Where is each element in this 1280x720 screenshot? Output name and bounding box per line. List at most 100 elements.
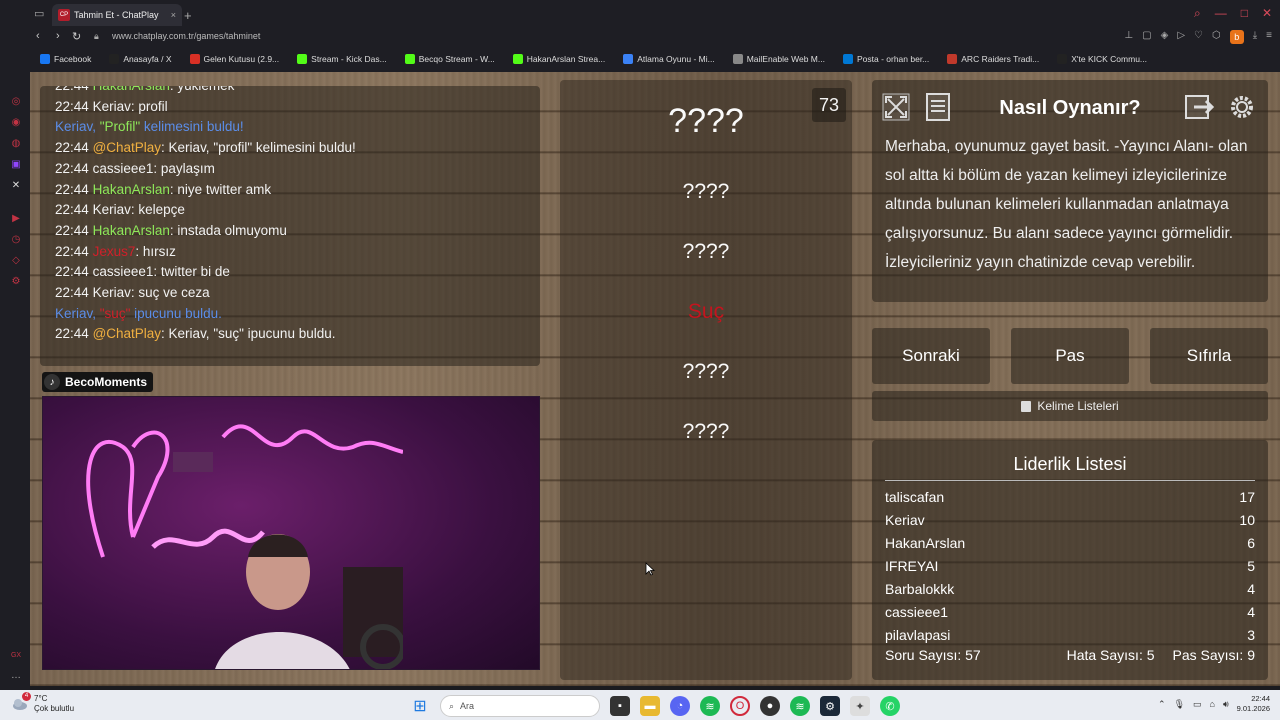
camera-channel-label: ♪ BecoMoments <box>42 372 154 392</box>
player-score: 17 <box>1239 489 1255 505</box>
bookmark-item[interactable]: Posta - orhan ber... <box>842 54 929 64</box>
microphone-icon[interactable]: 🎙︎ <box>1174 699 1185 710</box>
tab-chatplay[interactable]: CP Tahmin Et - ChatPlay × <box>52 4 182 26</box>
clock[interactable]: 22:44 9.01.2026 <box>1237 694 1270 714</box>
tab-menu-icon[interactable]: ▭ <box>34 7 44 20</box>
chat-time: 22:44 <box>55 264 89 280</box>
player-score: 10 <box>1239 512 1255 528</box>
sidebar-settings-icon[interactable]: ⚙ <box>10 276 22 288</box>
opera-gx-icon[interactable]: O <box>730 696 750 716</box>
sidebar-x-icon[interactable]: ✕ <box>10 180 22 192</box>
forward-button[interactable]: › <box>56 30 60 42</box>
heart-icon[interactable]: ♡ <box>1194 30 1203 44</box>
player-name: pilavlapasi <box>885 627 951 643</box>
bookmark-item[interactable]: HakanArslan Strea... <box>512 54 605 64</box>
search-tabs-icon[interactable]: ⌕ <box>1194 6 1201 21</box>
snapshot-icon[interactable]: ▢ <box>1142 30 1151 44</box>
leaderboard-row: Keriav 10 <box>885 512 1255 528</box>
chat-username: cassieee1 <box>92 160 154 176</box>
chat-time: 22:44 <box>55 202 89 218</box>
new-tab-button[interactable]: + <box>184 8 192 23</box>
spotify-icon[interactable]: ≋ <box>700 696 720 716</box>
sidebar-player-icon[interactable]: ▶ <box>10 213 22 225</box>
word-lists-button[interactable]: Kelime Listeleri <box>872 391 1268 421</box>
bookmark-item[interactable]: Becqo Stream - W... <box>404 54 495 64</box>
task-view-icon[interactable]: ▪ <box>610 696 630 716</box>
sidebar-bookmarks-icon[interactable]: ◇ <box>10 255 22 267</box>
taskbar-search[interactable]: ⌕ Ara <box>440 695 600 717</box>
sidebar-gx-icon[interactable]: GX <box>10 650 22 662</box>
menu-icon[interactable]: ≡ <box>1266 30 1272 44</box>
sidebar-aria-icon[interactable]: ◎ <box>10 96 22 108</box>
profile-avatar[interactable]: b <box>1229 30 1244 44</box>
bookmark-item[interactable]: Anasayfa / X <box>109 54 172 64</box>
gear-icon[interactable] <box>1227 92 1257 122</box>
maximize-button[interactable]: □ <box>1241 6 1248 21</box>
whatsapp-icon[interactable]: ✆ <box>880 696 900 716</box>
minimize-button[interactable]: — <box>1215 6 1227 21</box>
document-icon[interactable] <box>923 92 953 122</box>
windows-start-icon[interactable]: ⊞ <box>410 696 430 716</box>
player-score: 3 <box>1247 627 1255 643</box>
search-placeholder: Ara <box>460 701 475 711</box>
bookmark-item[interactable]: Atlama Oyunu - Mi... <box>623 54 715 64</box>
next-button[interactable]: Sonraki <box>872 328 990 384</box>
player-score: 4 <box>1247 604 1255 620</box>
leaderboard-row: cassieee1 4 <box>885 604 1255 620</box>
kick-icon <box>297 54 308 64</box>
bookmark-label: Gelen Kutusu (2.9... <box>203 54 280 64</box>
bookmark-item[interactable]: Gelen Kutusu (2.9... <box>189 54 280 64</box>
pass-count: Pas Sayısı: 9 <box>1172 647 1255 663</box>
app-icon[interactable]: ✦ <box>850 696 870 716</box>
volume-icon[interactable]: 🔊︎ <box>1223 699 1229 710</box>
gmail-icon <box>189 54 200 64</box>
arc-icon <box>947 54 958 64</box>
spotify-2-icon[interactable]: ≋ <box>790 696 810 716</box>
bookmark-label: MailEnable Web M... <box>746 54 825 64</box>
back-button[interactable]: ‹ <box>36 30 40 42</box>
steam-icon[interactable]: ⚙ <box>820 696 840 716</box>
play-icon[interactable]: ▷ <box>1177 30 1185 44</box>
tab-close-icon[interactable]: × <box>171 10 176 20</box>
bookmark-item[interactable]: Stream - Kick Das... <box>297 54 387 64</box>
mouse-cursor-icon <box>645 562 655 576</box>
sidebar-messenger-icon[interactable]: ◉ <box>10 117 22 129</box>
tray-chevron-icon[interactable]: ⌃ <box>1158 699 1166 710</box>
window-controls: ⌕ — □ ✕ <box>1194 6 1272 21</box>
sidebar-whatsapp-icon[interactable]: ◍ <box>10 138 22 150</box>
weather-widget[interactable]: 4 7°C Çok bulutlu <box>12 692 75 714</box>
file-explorer-icon[interactable]: ▬ <box>640 696 660 716</box>
bookmark-item[interactable]: X'te KICK Commu... <box>1057 54 1147 64</box>
extensions-icon[interactable]: ⬡ <box>1212 30 1221 44</box>
chat-found-word: "suç" <box>99 305 131 321</box>
display-icon[interactable]: ▭ <box>1193 699 1202 710</box>
player-name: taliscafan <box>885 489 945 505</box>
close-window-button[interactable]: ✕ <box>1262 6 1272 21</box>
bookmark-item[interactable]: MailEnable Web M... <box>732 54 825 64</box>
chat-message: 22:44 @ChatPlay: Keriav, "suç" ipucunu b… <box>55 326 335 341</box>
leaderboard-panel: Liderlik Listesi taliscafan 17 Keriav 10 Hak… <box>872 440 1268 680</box>
reset-button[interactable]: Sıfırla <box>1150 328 1268 384</box>
shield-icon[interactable]: ◈ <box>1161 30 1169 44</box>
network-icon[interactable]: ⌂ <box>1210 699 1215 709</box>
lock-icon[interactable]: 🔒︎ <box>94 31 99 42</box>
sidebar-history-icon[interactable]: ◷ <box>10 234 22 246</box>
bookmark-label: Facebook <box>54 54 92 64</box>
chat-time: 22:44 <box>55 160 89 176</box>
obs-icon[interactable]: ● <box>760 696 780 716</box>
sidebar-more-icon[interactable]: … <box>10 670 22 682</box>
fullscreen-icon[interactable] <box>881 92 911 122</box>
weather-text: Çok bulutlu <box>34 704 75 713</box>
exit-icon[interactable] <box>1184 92 1214 122</box>
bookmark-item[interactable]: ARC Raiders Tradi... <box>947 54 1039 64</box>
download-icon[interactable]: ⤓ <box>1253 30 1257 44</box>
question-count: Soru Sayısı: 57 <box>885 647 981 663</box>
pin-icon[interactable]: ⊥ <box>1124 30 1133 44</box>
bookmark-label: Anasayfa / X <box>123 54 172 64</box>
reload-button[interactable]: ↻ <box>72 30 81 43</box>
address-bar[interactable]: www.chatplay.com.tr/games/tahminet <box>112 31 260 41</box>
sidebar-twitch-icon[interactable]: ▣ <box>10 159 22 171</box>
bookmark-item[interactable]: Facebook <box>40 54 91 64</box>
pass-button[interactable]: Pas <box>1011 328 1129 384</box>
discord-icon[interactable]: ◔ <box>670 696 690 716</box>
